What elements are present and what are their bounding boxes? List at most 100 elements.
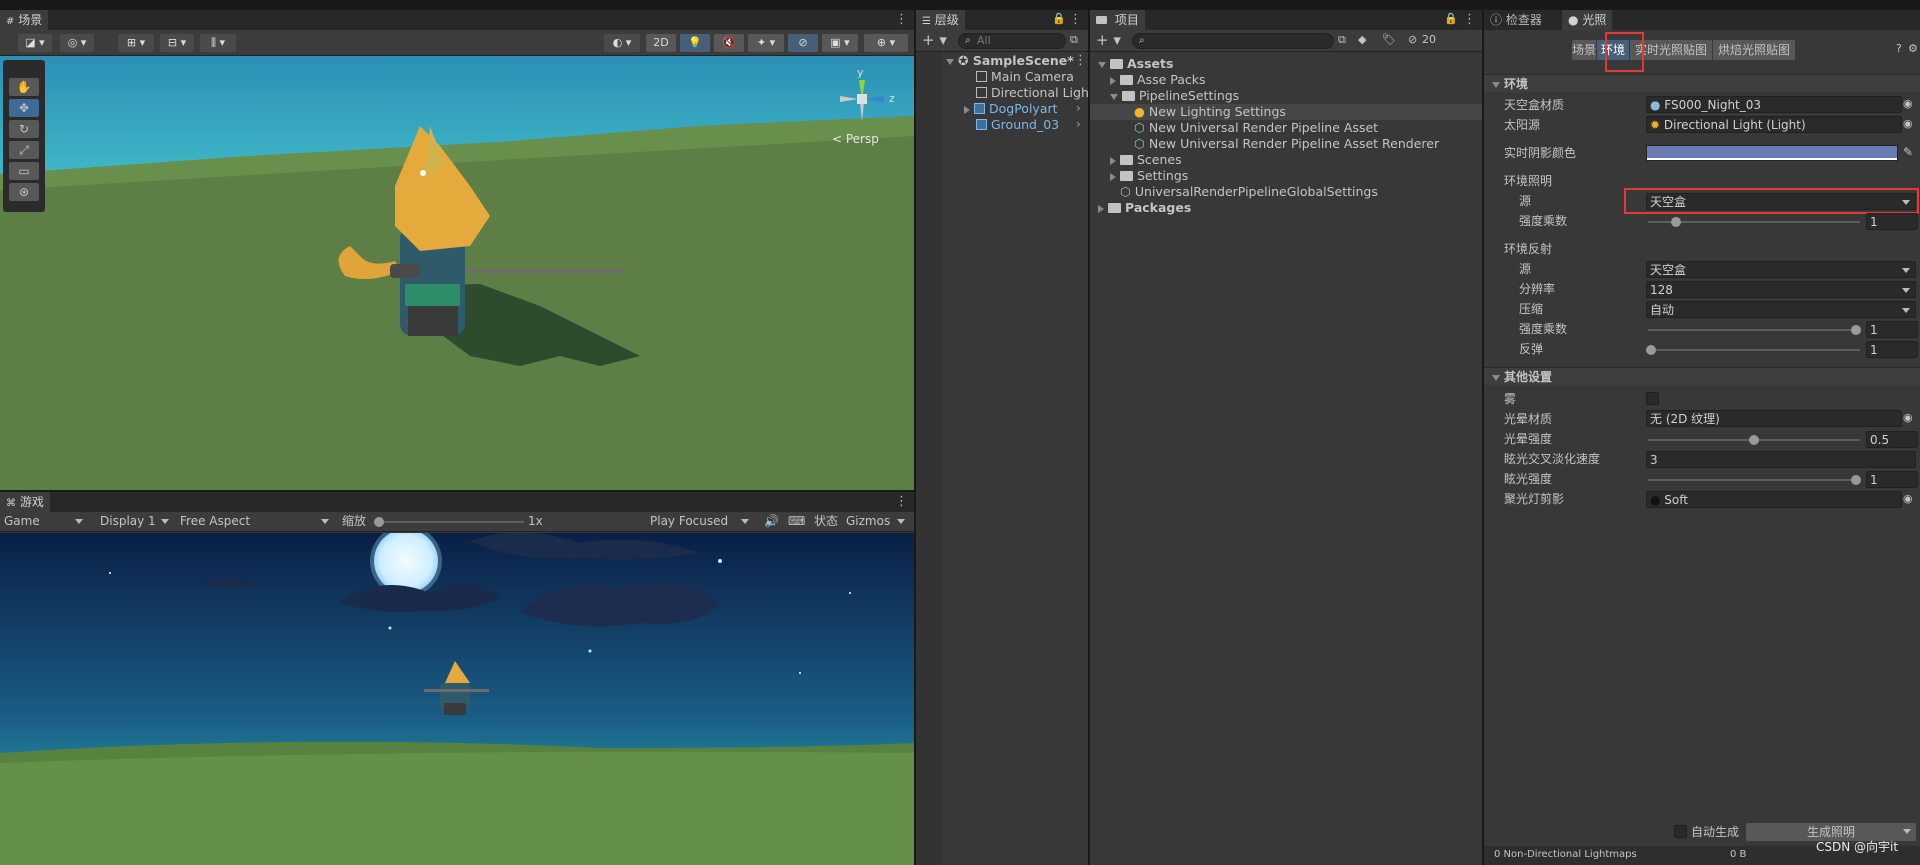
halo-strength-field[interactable]: 0.5 — [1866, 431, 1918, 448]
create-asset-button[interactable]: + ▾ — [1096, 31, 1121, 49]
list-item[interactable]: Main Camera — [976, 69, 1074, 85]
rect-tool-icon[interactable]: ▭ — [9, 162, 39, 180]
aspect-select[interactable]: Free Aspect — [180, 513, 334, 530]
hierarchy-menu-icon[interactable]: ⋮ — [1069, 12, 1082, 28]
list-item[interactable]: ● New Lighting Settings — [1134, 104, 1286, 120]
scene-viewport[interactable]: ✋ ✥ ↻ ⤢ ▭ ⊛ y z < Persp — [0, 56, 914, 490]
display-select[interactable]: Display 1 — [100, 513, 174, 530]
refl-source-dropdown[interactable]: 天空盒 — [1646, 261, 1916, 278]
gizmos-button[interactable]: ⊕ ▾ — [864, 34, 908, 52]
play-mode-select[interactable]: Play Focused — [650, 513, 754, 530]
list-item[interactable]: DogPolyart — [964, 101, 1058, 117]
list-item[interactable]: ⬡ UniversalRenderPipelineGlobalSettings — [1120, 184, 1378, 200]
list-item[interactable]: ✪ SampleScene* — [946, 53, 1074, 69]
list-item[interactable]: Ground_03 — [976, 117, 1059, 133]
list-item[interactable]: Settings — [1110, 168, 1188, 184]
compression-dropdown[interactable]: 自动 — [1646, 301, 1916, 318]
refl-intensity-slider-track[interactable] — [1648, 329, 1860, 331]
grid-snapping-button[interactable]: ⊞ ▾ — [118, 34, 154, 52]
game-viewport[interactable] — [0, 533, 914, 865]
project-search-input[interactable]: ⌕ — [1132, 33, 1334, 49]
hierarchy-search-input[interactable]: ⌕ All — [958, 33, 1066, 49]
bounces-slider-knob[interactable] — [1646, 345, 1656, 355]
refl-intensity-field[interactable]: 1 — [1866, 321, 1918, 338]
add-object-button[interactable]: + ▾ — [922, 31, 947, 49]
scale-slider-track[interactable] — [378, 521, 524, 523]
flare-strength-slider-knob[interactable] — [1851, 475, 1861, 485]
object-picker-icon[interactable]: ◉ — [1903, 411, 1913, 424]
halo-texture-field[interactable]: 无 (2D 纹理) — [1646, 410, 1902, 427]
global-toggle-button[interactable]: ◎ ▾ — [60, 34, 94, 52]
scale-tool-icon[interactable]: ⤢ — [9, 141, 39, 159]
bounces-field[interactable]: 1 — [1866, 341, 1918, 358]
scene-options-icon[interactable]: ⋮ — [1074, 53, 1087, 69]
refl-intensity-slider-knob[interactable] — [1851, 325, 1861, 335]
tab-inspector[interactable]: ⓘ 检查器 — [1484, 10, 1548, 30]
scale-slider-knob[interactable] — [374, 517, 384, 527]
project-menu-icon[interactable]: ⋮ — [1463, 12, 1476, 28]
other-section-header[interactable]: 其他设置 — [1484, 367, 1920, 385]
keyboard-icon[interactable]: ⌨ — [788, 513, 805, 530]
sun-source-field[interactable]: ✹ Directional Light (Light) — [1646, 116, 1902, 133]
chevron-right-icon[interactable]: › — [1076, 117, 1081, 131]
object-picker-icon[interactable]: ◉ — [1903, 97, 1913, 110]
2d-toggle-button[interactable]: 2D — [646, 34, 676, 52]
intensity-slider-knob[interactable] — [1671, 217, 1681, 227]
list-item[interactable]: ⬡ New Universal Render Pipeline Asset Re… — [1134, 136, 1439, 152]
visibility-toggle-button[interactable]: ⊘ — [788, 34, 818, 52]
list-item[interactable]: Packages — [1098, 200, 1191, 216]
effects-button[interactable]: ✦ ▾ — [748, 34, 784, 52]
lock-icon[interactable]: 🔒 — [1052, 12, 1066, 25]
camera-button[interactable]: ▣ ▾ — [822, 34, 858, 52]
tab-hierarchy[interactable]: ☰ 层级 — [916, 10, 965, 30]
subtab-scene[interactable]: 场景 — [1572, 40, 1596, 60]
lock-icon[interactable]: 🔒 — [1444, 12, 1458, 25]
flare-strength-slider-track[interactable] — [1648, 479, 1860, 481]
stats-button[interactable]: 状态 — [814, 513, 838, 530]
subtab-baked-lightmaps[interactable]: 烘焙光照贴图 — [1713, 40, 1795, 60]
scene-visibility-icon[interactable]: ⧉ — [1070, 33, 1078, 47]
tab-game[interactable]: ⌘ 游戏 — [0, 492, 50, 512]
tab-lighting[interactable]: ● 光照 — [1562, 10, 1613, 30]
fog-checkbox[interactable] — [1646, 392, 1659, 405]
eyedropper-icon[interactable]: ✎ — [1903, 145, 1913, 159]
draw-mode-button[interactable]: ◪ ▾ — [18, 34, 52, 52]
object-picker-icon[interactable]: ◉ — [1903, 117, 1913, 130]
search-by-label-icon[interactable]: ◆ — [1358, 33, 1366, 46]
gear-icon[interactable]: ⚙ — [1908, 42, 1918, 55]
scene-menu-icon[interactable]: ⋮ — [895, 12, 908, 28]
list-item[interactable]: Scenes — [1110, 152, 1182, 168]
list-item[interactable]: Directional Light — [976, 85, 1088, 101]
chevron-right-icon[interactable]: › — [1076, 101, 1081, 115]
audio-toggle-button[interactable]: 🔇 — [714, 34, 744, 52]
list-item[interactable]: Assets — [1098, 56, 1173, 72]
hand-tool-icon[interactable]: ✋ — [9, 78, 39, 96]
intensity-field[interactable]: 1 — [1866, 213, 1918, 230]
shading-button[interactable]: ◐ ▾ — [604, 34, 640, 52]
hidden-packages-icon[interactable]: ⊘ — [1408, 33, 1417, 46]
skybox-field[interactable]: ● FS000_Night_03 — [1646, 96, 1902, 113]
orientation-gizmo[interactable]: y z — [826, 66, 906, 130]
tab-scene[interactable]: # 场景 — [0, 10, 49, 30]
game-menu-icon[interactable]: ⋮ — [895, 494, 908, 510]
tab-project[interactable]: 项目 — [1090, 10, 1145, 30]
auto-generate-checkbox[interactable] — [1674, 825, 1687, 838]
resolution-dropdown[interactable]: 128 — [1646, 281, 1916, 298]
shadow-color-swatch[interactable] — [1646, 145, 1898, 161]
search-by-type-icon[interactable]: ⧉ — [1338, 33, 1346, 47]
flare-strength-field[interactable]: 1 — [1866, 471, 1918, 488]
list-item[interactable]: PipelineSettings — [1110, 88, 1239, 104]
list-item[interactable]: ⬡ New Universal Render Pipeline Asset — [1134, 120, 1378, 136]
persp-label[interactable]: < Persp — [832, 132, 879, 146]
increment-snap-button[interactable]: ⊟ ▾ — [160, 34, 194, 52]
game-mode-select[interactable]: Game — [4, 513, 88, 530]
rotate-tool-icon[interactable]: ↻ — [9, 120, 39, 138]
transform-tool-icon[interactable]: ⊛ — [9, 183, 39, 201]
bounces-slider-track[interactable] — [1648, 349, 1860, 351]
spot-cookie-field[interactable]: ● Soft — [1646, 491, 1902, 508]
list-item[interactable]: Asse Packs — [1110, 72, 1206, 88]
tag-icon[interactable]: 🏷 — [1382, 33, 1396, 46]
align-button[interactable]: ⫼ ▾ — [200, 34, 236, 52]
gizmos-select[interactable]: Gizmos — [846, 513, 910, 530]
move-tool-icon[interactable]: ✥ — [9, 99, 39, 117]
